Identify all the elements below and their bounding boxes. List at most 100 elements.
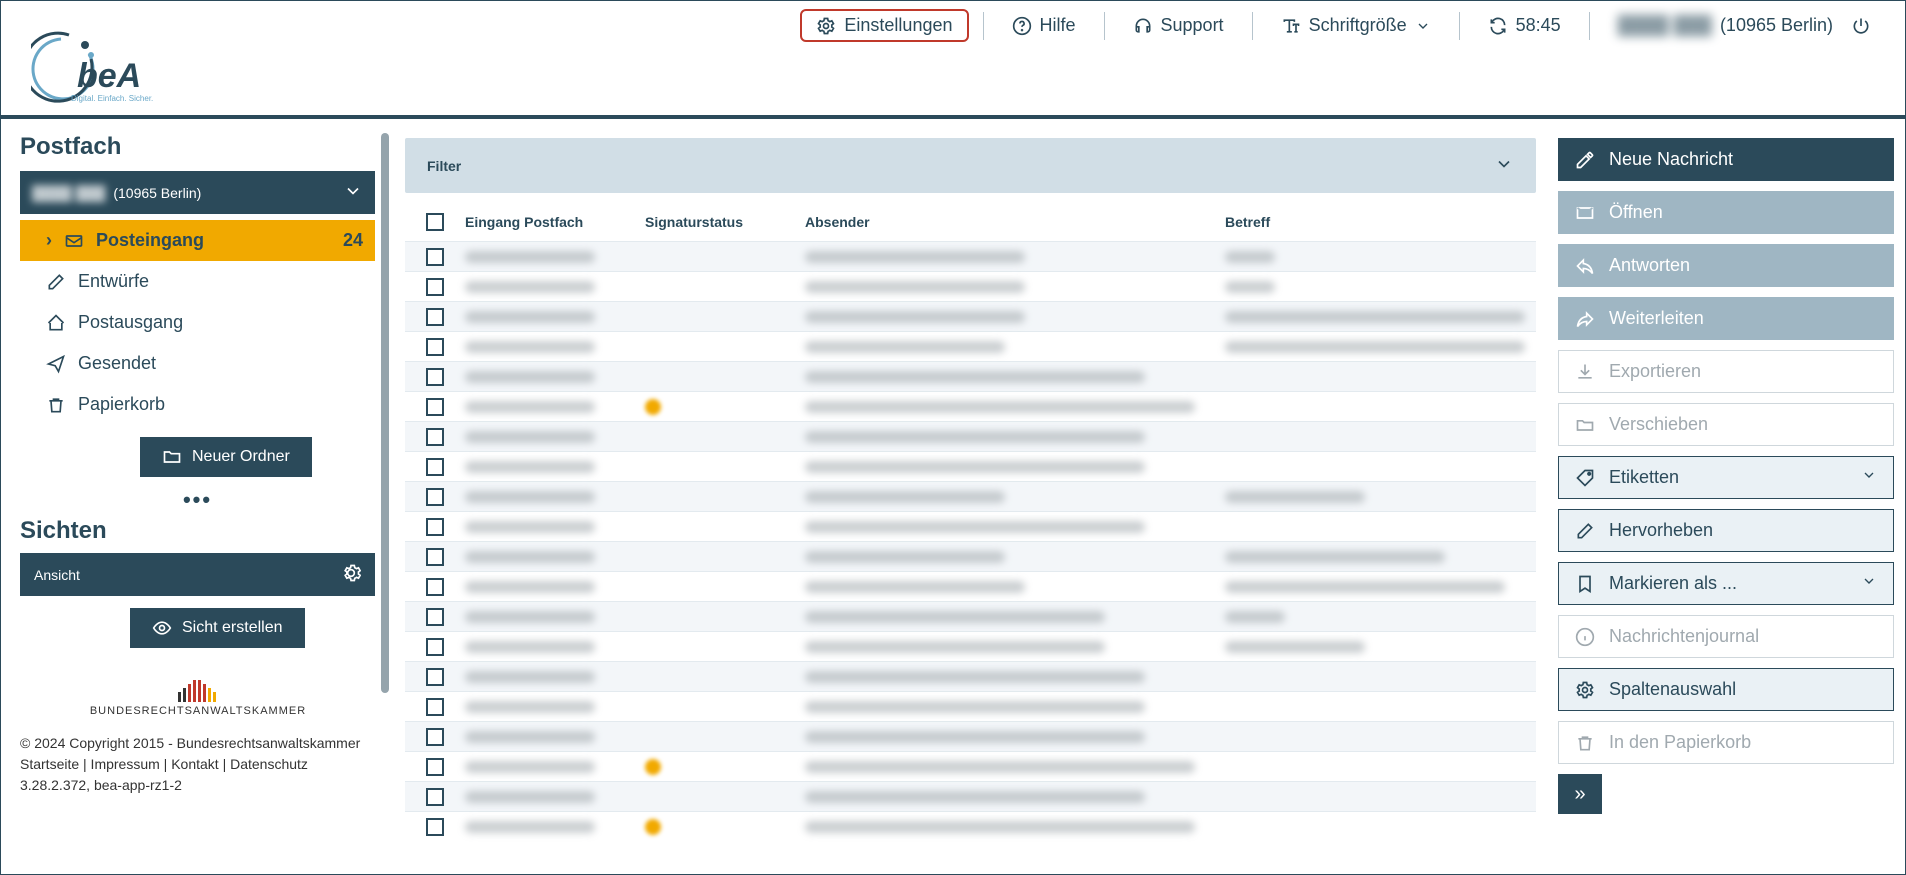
new-folder-button[interactable]: Neuer Ordner (140, 437, 312, 477)
table-row[interactable] (405, 271, 1536, 301)
row-checkbox[interactable] (426, 398, 444, 416)
table-row[interactable] (405, 661, 1536, 691)
create-view-button[interactable]: Sicht erstellen (130, 608, 305, 648)
table-row[interactable] (405, 241, 1536, 271)
table-row[interactable] (405, 301, 1536, 331)
export-button[interactable]: Exportieren (1558, 350, 1894, 393)
mailbox-name-blur: ████ ███ (32, 185, 105, 201)
footer: © 2024 Copyright 2015 - Bundesrechtsanwa… (20, 733, 375, 796)
row-checkbox[interactable] (426, 728, 444, 746)
row-checkbox[interactable] (426, 518, 444, 536)
folder-posteingang[interactable]: › Posteingang 24 (20, 220, 375, 261)
support-button[interactable]: Support (1119, 9, 1238, 42)
signature-status-dot (645, 819, 661, 835)
headset-icon (1133, 16, 1153, 36)
table-row[interactable] (405, 811, 1536, 841)
folder-gesendet[interactable]: Gesendet (20, 343, 375, 384)
folder-label: Postausgang (78, 312, 183, 333)
table-row[interactable] (405, 421, 1536, 451)
row-checkbox[interactable] (426, 668, 444, 686)
row-checkbox[interactable] (426, 578, 444, 596)
new-message-button[interactable]: Neue Nachricht (1558, 138, 1894, 181)
row-checkbox[interactable] (426, 548, 444, 566)
table-row[interactable] (405, 511, 1536, 541)
filter-bar[interactable]: Filter (405, 138, 1536, 193)
svg-text:Digital. Einfach. Sicher.: Digital. Einfach. Sicher. (71, 94, 153, 103)
settings-label: Einstellungen (844, 15, 952, 36)
table-row[interactable] (405, 601, 1536, 631)
table-row[interactable] (405, 391, 1536, 421)
row-checkbox[interactable] (426, 488, 444, 506)
highlight-button[interactable]: Hervorheben (1558, 509, 1894, 552)
col-absender[interactable]: Absender (805, 214, 1225, 230)
table-row[interactable] (405, 481, 1536, 511)
row-checkbox[interactable] (426, 698, 444, 716)
more-dots[interactable]: ••• (20, 487, 375, 513)
signature-status-dot (645, 399, 661, 415)
move-button[interactable]: Verschieben (1558, 403, 1894, 446)
mail-icon (1575, 203, 1595, 223)
settings-button[interactable]: Einstellungen (800, 9, 968, 42)
table-row[interactable] (405, 571, 1536, 601)
row-checkbox[interactable] (426, 608, 444, 626)
select-all-checkbox[interactable] (426, 213, 444, 231)
table-row[interactable] (405, 631, 1536, 661)
open-button[interactable]: Öffnen (1558, 191, 1894, 234)
trash-icon (1575, 733, 1595, 753)
text-size-icon (1281, 16, 1301, 36)
col-betreff[interactable]: Betreff (1225, 214, 1536, 230)
folder-count: 24 (343, 230, 363, 251)
row-checkbox[interactable] (426, 338, 444, 356)
journal-button[interactable]: Nachrichtenjournal (1558, 615, 1894, 658)
row-checkbox[interactable] (426, 308, 444, 326)
mailbox-selector[interactable]: ████ ███ (10965 Berlin) (20, 171, 375, 214)
forward-button[interactable]: Weiterleiten (1558, 297, 1894, 340)
info-icon (1575, 627, 1595, 647)
table-row[interactable] (405, 691, 1536, 721)
reply-button[interactable]: Antworten (1558, 244, 1894, 287)
labels-button[interactable]: Etiketten (1558, 456, 1894, 499)
row-checkbox[interactable] (426, 758, 444, 776)
gear-icon (1575, 680, 1595, 700)
row-checkbox[interactable] (426, 458, 444, 476)
table-row[interactable] (405, 451, 1536, 481)
logout-button[interactable] (1847, 10, 1885, 42)
table-row[interactable] (405, 331, 1536, 361)
table-row[interactable] (405, 781, 1536, 811)
row-checkbox[interactable] (426, 818, 444, 836)
folder-entwuerfe[interactable]: Entwürfe (20, 261, 375, 302)
fontsize-button[interactable]: Schriftgröße (1267, 9, 1445, 42)
col-eingang[interactable]: Eingang Postfach (465, 214, 645, 230)
columns-button[interactable]: Spaltenauswahl (1558, 668, 1894, 711)
help-icon (1012, 16, 1032, 36)
table-row[interactable] (405, 721, 1536, 751)
table-row[interactable] (405, 541, 1536, 571)
bookmark-icon (1575, 574, 1595, 594)
table-row[interactable] (405, 751, 1536, 781)
row-checkbox[interactable] (426, 428, 444, 446)
ansicht-bar[interactable]: Ansicht (20, 553, 375, 596)
eye-plus-icon (152, 618, 172, 638)
chevron-down-icon (1494, 154, 1514, 174)
row-checkbox[interactable] (426, 248, 444, 266)
help-button[interactable]: Hilfe (998, 9, 1090, 42)
footer-links[interactable]: Startseite | Impressum | Kontakt | Daten… (20, 754, 375, 775)
col-sig[interactable]: Signaturstatus (645, 214, 805, 230)
open-label: Öffnen (1609, 202, 1663, 223)
folder-postausgang[interactable]: Postausgang (20, 302, 375, 343)
more-actions-button[interactable]: » (1558, 774, 1602, 814)
chevron-down-icon (1861, 573, 1877, 589)
row-checkbox[interactable] (426, 368, 444, 386)
fontsize-label: Schriftgröße (1309, 15, 1407, 36)
scrollbar[interactable] (381, 133, 389, 755)
session-timer[interactable]: 58:45 (1474, 9, 1575, 42)
row-checkbox[interactable] (426, 638, 444, 656)
row-checkbox[interactable] (426, 788, 444, 806)
row-checkbox[interactable] (426, 278, 444, 296)
create-view-label: Sicht erstellen (182, 619, 283, 637)
markas-button[interactable]: Markieren als ... (1558, 562, 1894, 605)
table-row[interactable] (405, 361, 1536, 391)
folder-papierkorb[interactable]: Papierkorb (20, 384, 375, 425)
trash-button[interactable]: In den Papierkorb (1558, 721, 1894, 764)
user-info: ████ ███ (10965 Berlin) (1604, 9, 1847, 42)
